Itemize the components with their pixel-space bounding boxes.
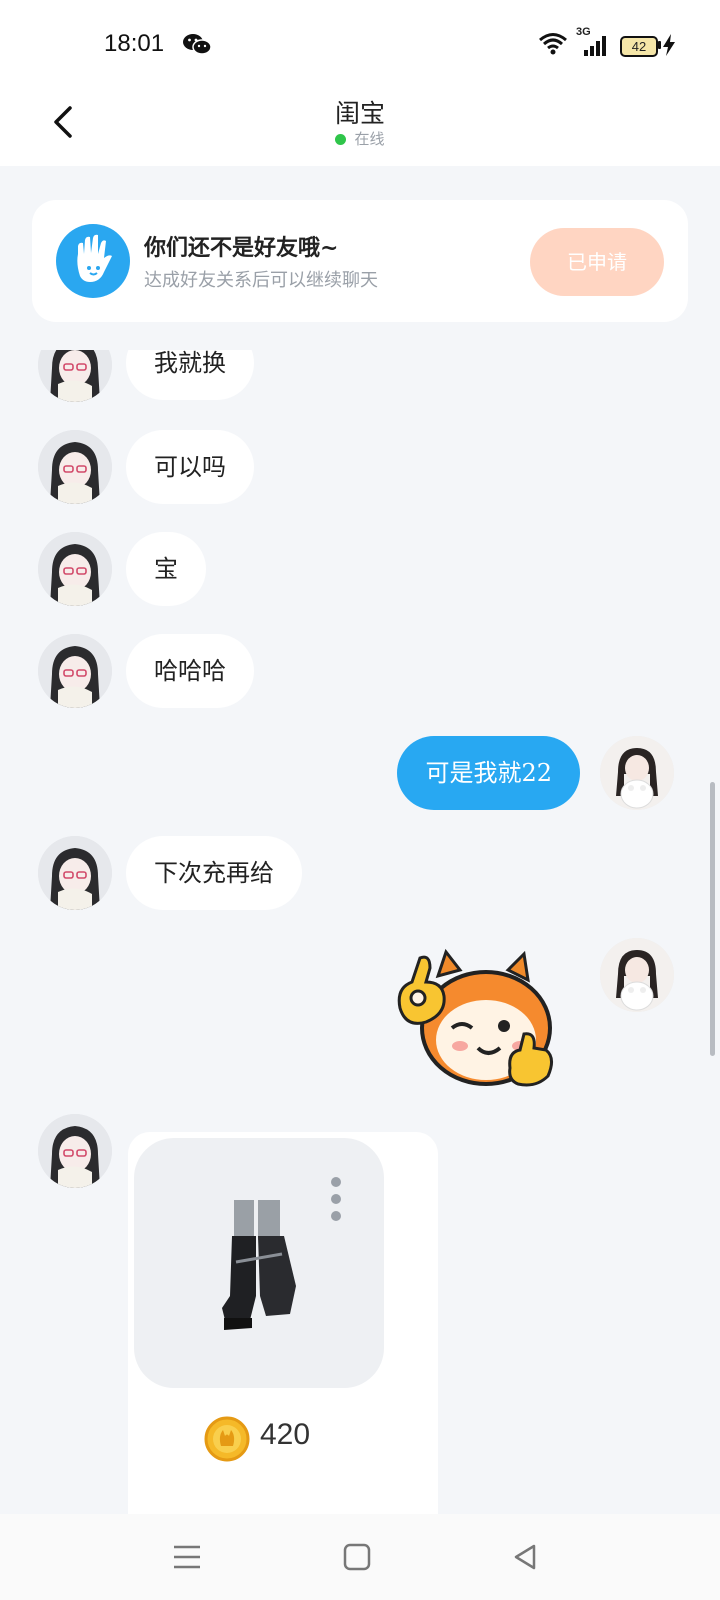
home-square-icon[interactable] [340,1540,374,1574]
contact-avatar[interactable] [38,430,112,504]
wechat-icon [183,34,212,55]
signal-icon: 3G [576,26,608,58]
online-status-label: 在线 [354,130,385,148]
message-bubble-received[interactable]: 哈哈哈 [126,634,254,708]
applied-button[interactable]: 已申请 [530,228,664,296]
online-dot-icon [335,134,347,145]
back-triangle-icon[interactable] [508,1540,542,1574]
battery-icon: 42 [620,36,658,57]
friend-notice-card: 你们还不是好友哦~ 达成好友关系后可以继续聊天 已申请 [32,200,688,322]
gift-product-card[interactable]: 420 [128,1132,438,1514]
message-bubble-received[interactable]: 可以吗 [126,430,254,504]
boots-icon [222,1200,296,1330]
online-status: 在线 [0,128,720,149]
product-image[interactable] [134,1138,384,1388]
product-price: 420 [260,1418,311,1451]
coin-icon [204,1416,250,1462]
wifi-icon [539,33,567,55]
waving-hand-icon [56,224,130,298]
menu-icon[interactable] [170,1540,204,1574]
message-bubble-received[interactable]: 宝 [126,532,206,606]
contact-avatar[interactable] [38,836,112,910]
chat-scrollbar[interactable] [710,782,715,1056]
sticker-wink-thumbs-up[interactable] [390,948,560,1098]
contact-name: 闺宝 [334,99,385,128]
self-avatar[interactable] [600,938,674,1012]
contact-avatar[interactable] [38,532,112,606]
charging-bolt-icon [663,34,675,56]
contact-avatar[interactable] [38,634,112,708]
message-bubble-sent[interactable]: 可是我就22 [397,736,580,810]
chat-header: 闺宝 在线 [0,88,720,166]
status-bar: 18:01 3G 42 [0,0,720,88]
system-nav-bar [0,1514,720,1600]
contact-avatar[interactable] [38,350,112,402]
notice-subtitle: 达成好友关系后可以继续聊天 [144,270,378,291]
status-time: 18:01 [104,30,165,57]
message-bubble-received[interactable]: 下次充再给 [126,836,302,910]
more-vertical-icon[interactable] [330,1176,342,1222]
self-avatar[interactable] [600,736,674,810]
contact-avatar[interactable] [38,1114,112,1188]
message-bubble-received[interactable]: 我就换 [126,350,254,400]
notice-title: 你们还不是好友哦~ [144,235,339,261]
battery-tip [658,41,661,49]
